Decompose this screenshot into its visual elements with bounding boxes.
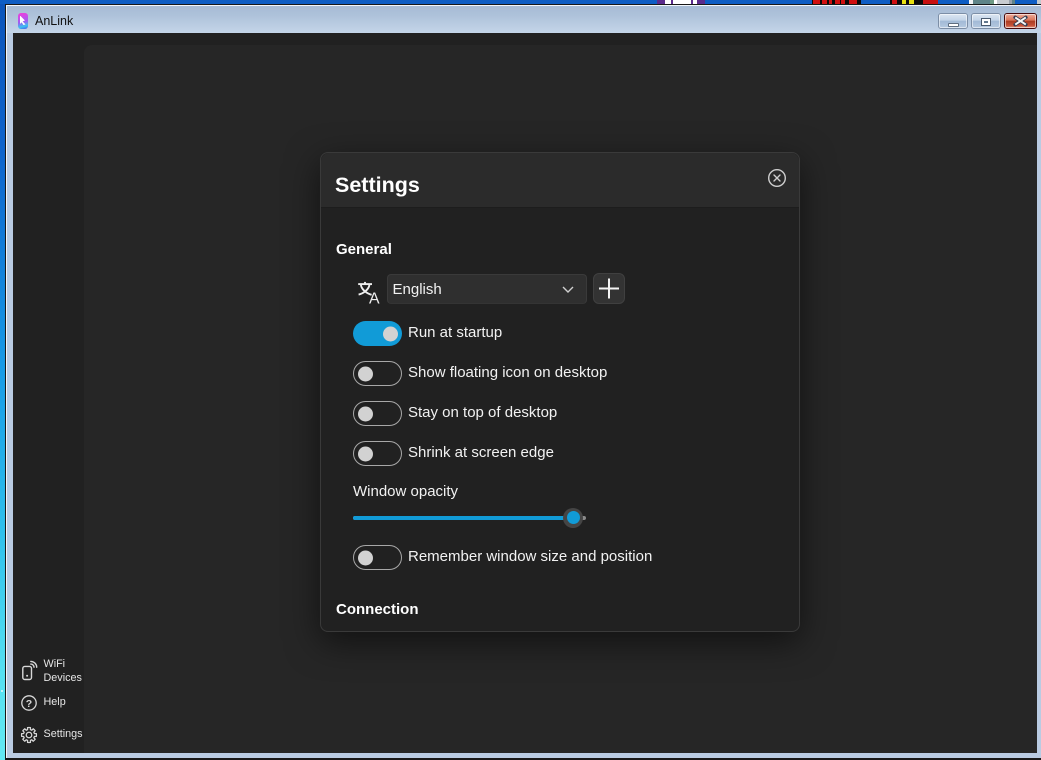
svg-text:A: A xyxy=(369,291,380,304)
svg-text:?: ? xyxy=(25,698,31,710)
